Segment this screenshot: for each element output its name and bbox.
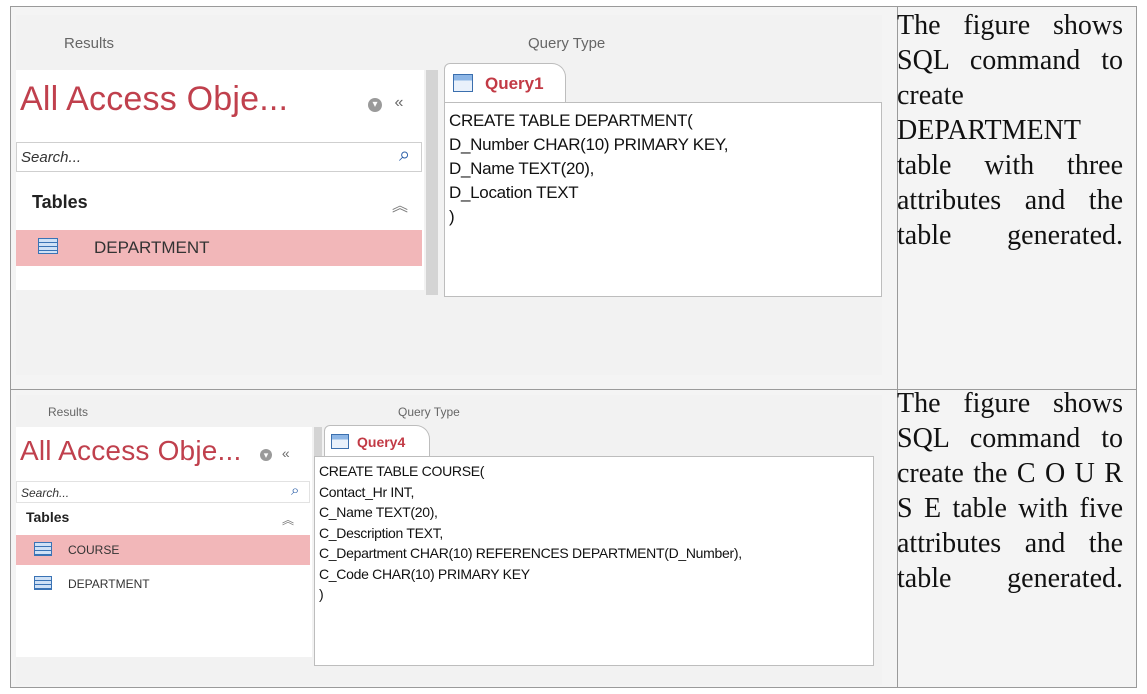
navigation-pane: All Access Obje... ▾ « Search... ⌕ Table… [16,427,312,657]
query-type-label: Query Type [398,405,460,419]
search-input[interactable]: Search... [21,486,69,500]
query-icon [453,74,473,92]
results-label: Results [48,405,89,419]
query-icon [331,434,349,449]
description-1: The figure shows SQL command to create D… [897,10,1123,251]
nav-pane-title[interactable]: All Access Obje... [20,80,288,119]
table-item-course[interactable]: COURSE [16,535,310,565]
dropdown-icon[interactable]: ▾ [368,98,382,112]
results-label: Results [64,35,115,52]
pane-splitter[interactable] [426,70,438,295]
sql-text[interactable]: CREATE TABLE DEPARTMENT( D_Number CHAR(1… [449,109,728,229]
nav-pane-controls: ▾ « [260,445,290,461]
screenshot-1: Results Query Type All Access Obje... ▾ … [16,15,882,375]
tables-group-header[interactable]: Tables [26,509,69,525]
query-type-label: Query Type [528,35,606,52]
search-input[interactable]: Search... [21,149,81,166]
search-box[interactable]: Search... ⌕ [16,142,422,172]
table-item-department[interactable]: DEPARTMENT [16,569,310,599]
collapse-icon[interactable]: « [394,94,403,111]
query-tab-label: Query1 [485,74,544,93]
table-item-label: DEPARTMENT [68,577,150,591]
chevron-up-icon[interactable]: ︽ [392,192,408,216]
magnifier-icon[interactable]: ⌕ [291,482,299,499]
sql-editor[interactable]: CREATE TABLE DEPARTMENT( D_Number CHAR(1… [444,102,882,297]
table-icon [34,576,52,590]
table-item-label: COURSE [68,543,120,557]
nav-pane-controls: ▾ « [368,94,403,112]
tables-group-header[interactable]: Tables [32,192,88,213]
table-icon [34,542,52,556]
navigation-pane: All Access Obje... ▾ « Search... ⌕ Table… [16,70,424,290]
dropdown-icon[interactable]: ▾ [260,449,272,461]
sql-text[interactable]: CREATE TABLE COURSE( Contact_Hr INT, C_N… [319,461,742,605]
screenshot-2: Results Query Type All Access Obje... ▾ … [16,395,882,685]
table-item-label: DEPARTMENT [94,238,210,257]
chevron-up-icon[interactable]: ︽ [282,511,294,528]
tab-query4[interactable]: Query4 [324,425,430,457]
sql-editor[interactable]: CREATE TABLE COURSE( Contact_Hr INT, C_N… [314,456,874,666]
collapse-icon[interactable]: « [282,445,290,461]
tab-query1[interactable]: Query1 [444,63,566,103]
description-2: The figure shows SQL command to create t… [897,388,1123,594]
table-icon [38,238,58,254]
magnifier-icon[interactable]: ⌕ [399,144,410,167]
search-box[interactable]: Search... ⌕ [16,481,310,503]
query-tab-label: Query4 [357,434,406,450]
table-item-department[interactable]: DEPARTMENT [16,230,422,266]
nav-pane-title[interactable]: All Access Obje... [20,435,241,467]
